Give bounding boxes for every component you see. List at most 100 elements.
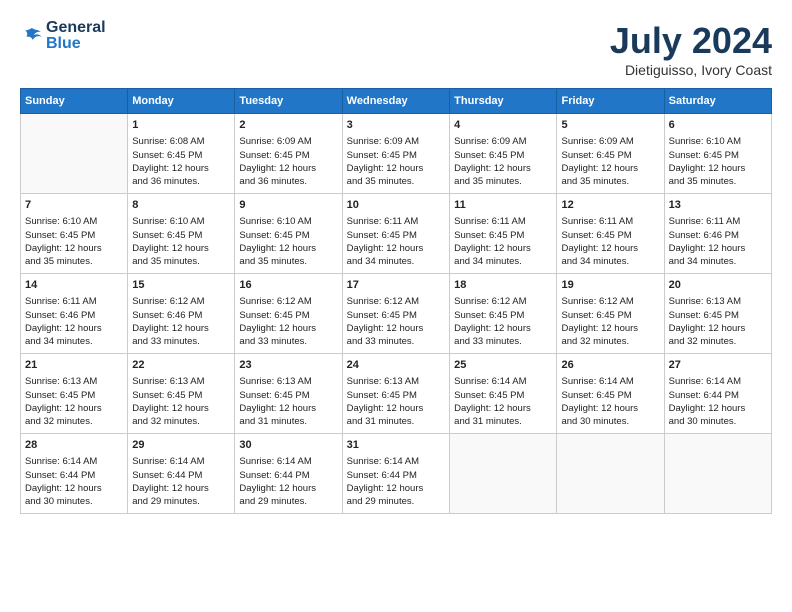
calendar-cell: 17Sunrise: 6:12 AMSunset: 6:45 PMDayligh… [342, 274, 449, 354]
cell-text: Daylight: 12 hours [454, 322, 552, 335]
cell-text: Sunrise: 6:14 AM [25, 455, 123, 468]
cell-text: Sunrise: 6:14 AM [347, 455, 445, 468]
calendar-cell [450, 434, 557, 514]
cell-text: Daylight: 12 hours [239, 402, 337, 415]
day-number: 26 [561, 358, 659, 373]
cell-text: Sunset: 6:45 PM [669, 149, 767, 162]
cell-text: Sunrise: 6:13 AM [25, 375, 123, 388]
cell-text: Sunset: 6:45 PM [132, 149, 230, 162]
cell-text: Sunrise: 6:13 AM [669, 295, 767, 308]
calendar-cell [21, 114, 128, 194]
calendar-cell: 3Sunrise: 6:09 AMSunset: 6:45 PMDaylight… [342, 114, 449, 194]
cell-text: Daylight: 12 hours [561, 402, 659, 415]
cell-text: Sunrise: 6:11 AM [454, 215, 552, 228]
cell-text: Daylight: 12 hours [132, 322, 230, 335]
cell-text: Sunrise: 6:14 AM [561, 375, 659, 388]
cell-text: and 32 minutes. [561, 335, 659, 348]
calendar-cell: 6 Sunrise: 6:10 AMSunset: 6:45 PMDaylight… [664, 114, 771, 194]
day-number: 18 [454, 278, 552, 293]
day-number: 22 [132, 358, 230, 373]
cell-text: Sunset: 6:46 PM [132, 309, 230, 322]
cell-text: Daylight: 12 hours [454, 162, 552, 175]
day-number: 9 [239, 198, 337, 213]
cell-text: Sunrise: 6:10 AM [239, 215, 337, 228]
cell-text: Sunrise: 6:12 AM [347, 295, 445, 308]
cell-text: and 34 minutes. [347, 255, 445, 268]
calendar-cell [557, 434, 664, 514]
cell-text: Daylight: 12 hours [669, 162, 767, 175]
cell-text: Sunrise: 6:11 AM [561, 215, 659, 228]
cell-text: Sunrise: 6:13 AM [132, 375, 230, 388]
cell-text: Sunset: 6:45 PM [239, 229, 337, 242]
cell-text: and 32 minutes. [25, 415, 123, 428]
cell-text: Daylight: 12 hours [25, 402, 123, 415]
week-row-5: 28Sunrise: 6:14 AMSunset: 6:44 PMDayligh… [21, 434, 772, 514]
day-number: 11 [454, 198, 552, 213]
cell-text: Daylight: 12 hours [25, 322, 123, 335]
cell-text: and 29 minutes. [239, 495, 337, 508]
calendar-cell: 19Sunrise: 6:12 AMSunset: 6:45 PMDayligh… [557, 274, 664, 354]
calendar-cell: 27Sunrise: 6:14 AMSunset: 6:44 PMDayligh… [664, 354, 771, 434]
calendar-cell: 30Sunrise: 6:14 AMSunset: 6:44 PMDayligh… [235, 434, 342, 514]
cell-text: Daylight: 12 hours [561, 322, 659, 335]
cell-text: Daylight: 12 hours [669, 402, 767, 415]
title-block: July 2024 Dietiguisso, Ivory Coast [610, 20, 772, 78]
day-number: 16 [239, 278, 337, 293]
cell-text: Sunset: 6:45 PM [347, 309, 445, 322]
day-number: 10 [347, 198, 445, 213]
day-number: 19 [561, 278, 659, 293]
calendar-cell: 8Sunrise: 6:10 AMSunset: 6:45 PMDaylight… [128, 194, 235, 274]
calendar-cell: 16Sunrise: 6:12 AMSunset: 6:45 PMDayligh… [235, 274, 342, 354]
calendar-cell: 2Sunrise: 6:09 AMSunset: 6:45 PMDaylight… [235, 114, 342, 194]
cell-text: Sunrise: 6:10 AM [25, 215, 123, 228]
calendar-cell: 1Sunrise: 6:08 AMSunset: 6:45 PMDaylight… [128, 114, 235, 194]
cell-text: and 35 minutes. [561, 175, 659, 188]
day-header-wednesday: Wednesday [342, 89, 449, 114]
calendar-header: SundayMondayTuesdayWednesdayThursdayFrid… [21, 89, 772, 114]
cell-text: Daylight: 12 hours [347, 402, 445, 415]
calendar-cell: 15Sunrise: 6:12 AMSunset: 6:46 PMDayligh… [128, 274, 235, 354]
cell-text: Sunset: 6:45 PM [25, 229, 123, 242]
cell-text: Sunset: 6:44 PM [347, 469, 445, 482]
cell-text: Sunset: 6:45 PM [25, 389, 123, 402]
cell-text: Sunset: 6:45 PM [454, 309, 552, 322]
calendar-cell: 5Sunrise: 6:09 AMSunset: 6:45 PMDaylight… [557, 114, 664, 194]
day-number: 2 [239, 118, 337, 133]
cell-text: and 34 minutes. [25, 335, 123, 348]
cell-text: Sunrise: 6:09 AM [561, 135, 659, 148]
calendar-cell: 4Sunrise: 6:09 AMSunset: 6:45 PMDaylight… [450, 114, 557, 194]
calendar-cell: 20Sunrise: 6:13 AMSunset: 6:45 PMDayligh… [664, 274, 771, 354]
day-number: 30 [239, 438, 337, 453]
day-number: 7 [25, 198, 123, 213]
cell-text: Sunset: 6:44 PM [132, 469, 230, 482]
cell-text: and 33 minutes. [454, 335, 552, 348]
calendar-cell: 24Sunrise: 6:13 AMSunset: 6:45 PMDayligh… [342, 354, 449, 434]
week-row-3: 14Sunrise: 6:11 AMSunset: 6:46 PMDayligh… [21, 274, 772, 354]
day-number: 6 [669, 118, 767, 133]
calendar-body: 1Sunrise: 6:08 AMSunset: 6:45 PMDaylight… [21, 114, 772, 514]
calendar-cell: 31Sunrise: 6:14 AMSunset: 6:44 PMDayligh… [342, 434, 449, 514]
logo: General Blue [20, 20, 106, 52]
cell-text: Daylight: 12 hours [561, 162, 659, 175]
day-number: 23 [239, 358, 337, 373]
cell-text: Sunset: 6:45 PM [239, 149, 337, 162]
cell-text: and 36 minutes. [132, 175, 230, 188]
cell-text: Sunset: 6:45 PM [347, 389, 445, 402]
cell-text: Sunset: 6:44 PM [669, 389, 767, 402]
cell-text: Sunset: 6:45 PM [132, 389, 230, 402]
calendar-cell: 9 Sunrise: 6:10 AMSunset: 6:45 PMDaylight… [235, 194, 342, 274]
cell-text: Sunset: 6:45 PM [561, 229, 659, 242]
week-row-4: 21Sunrise: 6:13 AMSunset: 6:45 PMDayligh… [21, 354, 772, 434]
calendar-cell: 10Sunrise: 6:11 AMSunset: 6:45 PMDayligh… [342, 194, 449, 274]
calendar-cell: 11Sunrise: 6:11 AMSunset: 6:45 PMDayligh… [450, 194, 557, 274]
cell-text: Daylight: 12 hours [347, 482, 445, 495]
cell-text: Sunset: 6:45 PM [132, 229, 230, 242]
cell-text: Sunset: 6:45 PM [239, 389, 337, 402]
cell-text: Daylight: 12 hours [239, 242, 337, 255]
cell-text: Sunset: 6:46 PM [669, 229, 767, 242]
cell-text: Sunrise: 6:10 AM [669, 135, 767, 148]
days-of-week-row: SundayMondayTuesdayWednesdayThursdayFrid… [21, 89, 772, 114]
day-number: 20 [669, 278, 767, 293]
day-header-tuesday: Tuesday [235, 89, 342, 114]
cell-text: and 29 minutes. [132, 495, 230, 508]
